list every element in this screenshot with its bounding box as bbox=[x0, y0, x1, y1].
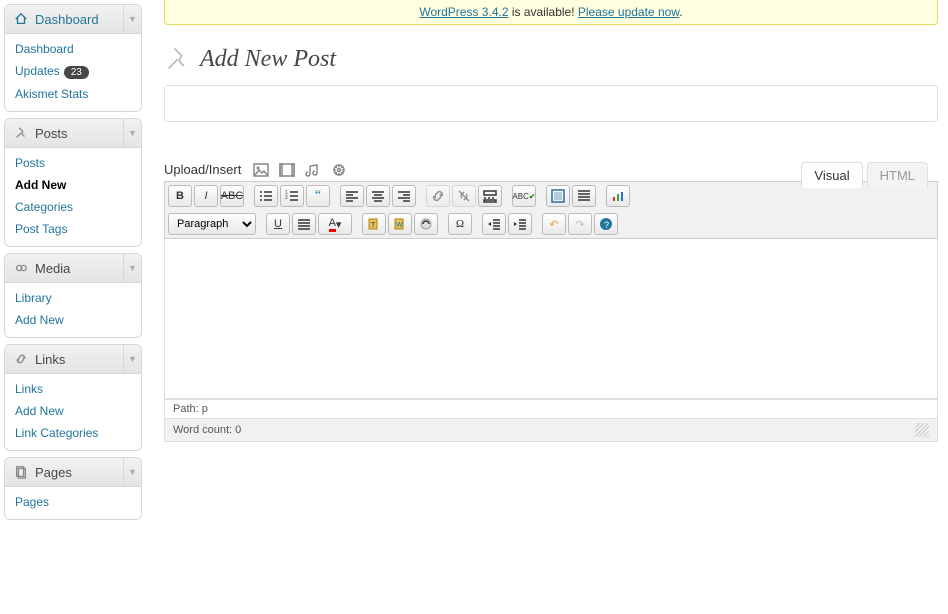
menu-dashboard-header[interactable]: Dashboard ▼ bbox=[5, 5, 141, 34]
redo-button[interactable]: ↷ bbox=[568, 213, 592, 235]
menu-link-categories-item[interactable]: Link Categories bbox=[5, 422, 141, 444]
resize-handle[interactable] bbox=[915, 423, 929, 437]
svg-text:T: T bbox=[371, 222, 376, 229]
chevron-down-icon[interactable]: ▼ bbox=[123, 345, 141, 373]
menu-dashboard-section: Dashboard ▼ Dashboard Updates23 Akismet … bbox=[4, 4, 142, 112]
menu-categories-item[interactable]: Categories bbox=[5, 196, 141, 218]
outdent-button[interactable] bbox=[482, 213, 506, 235]
add-audio-icon[interactable] bbox=[305, 163, 321, 177]
menu-posts-label: Posts bbox=[35, 126, 68, 141]
strikethrough-button[interactable]: ABC bbox=[220, 185, 244, 207]
chevron-down-icon[interactable]: ▼ bbox=[123, 458, 141, 486]
special-char-button[interactable]: Ω bbox=[448, 213, 472, 235]
menu-links-header[interactable]: Links ▼ bbox=[5, 345, 141, 374]
numbered-list-button[interactable]: 12 bbox=[280, 185, 304, 207]
text-color-button[interactable]: A ▾ bbox=[318, 213, 352, 235]
menu-links-section: Links ▼ Links Add New Link Categories bbox=[4, 344, 142, 451]
menu-posts-item[interactable]: Posts bbox=[5, 152, 141, 174]
align-center-button[interactable] bbox=[366, 185, 390, 207]
menu-media-section: Media ▼ Library Add New bbox=[4, 253, 142, 338]
menu-akismet-item[interactable]: Akismet Stats bbox=[5, 83, 141, 105]
underline-button[interactable]: U bbox=[266, 213, 290, 235]
menu-media-add-item[interactable]: Add New bbox=[5, 309, 141, 331]
main-content: WordPress 3.4.2 is available! Please upd… bbox=[146, 0, 948, 526]
media-icon bbox=[13, 260, 29, 276]
align-left-button[interactable] bbox=[340, 185, 364, 207]
menu-updates-item[interactable]: Updates23 bbox=[5, 60, 141, 83]
nag-text: is available! bbox=[509, 5, 578, 19]
svg-text:?: ? bbox=[604, 220, 609, 230]
editor-toolbar: B I ABC 12 “ ABC✔ bbox=[164, 181, 938, 239]
pin-icon bbox=[13, 125, 29, 141]
add-media-icon[interactable] bbox=[331, 163, 347, 177]
format-select[interactable]: Paragraph bbox=[168, 213, 256, 235]
italic-button[interactable]: I bbox=[194, 185, 218, 207]
indent-button[interactable] bbox=[508, 213, 532, 235]
home-icon bbox=[13, 11, 29, 27]
post-title-input[interactable] bbox=[164, 85, 938, 122]
fullscreen-button[interactable] bbox=[546, 185, 570, 207]
kitchen-sink-button[interactable] bbox=[572, 185, 596, 207]
svg-text:W: W bbox=[396, 222, 403, 229]
admin-sidebar: Dashboard ▼ Dashboard Updates23 Akismet … bbox=[0, 0, 146, 526]
remove-format-button[interactable] bbox=[414, 213, 438, 235]
menu-links-item[interactable]: Links bbox=[5, 378, 141, 400]
justify-button[interactable] bbox=[292, 213, 316, 235]
tab-visual[interactable]: Visual bbox=[801, 162, 862, 188]
menu-dashboard-item[interactable]: Dashboard bbox=[5, 38, 141, 60]
align-right-button[interactable] bbox=[392, 185, 416, 207]
menu-pages-section: Pages ▼ Pages bbox=[4, 457, 142, 520]
chevron-down-icon[interactable]: ▼ bbox=[123, 5, 141, 33]
link-button[interactable] bbox=[426, 185, 450, 207]
paste-text-button[interactable]: T bbox=[362, 213, 386, 235]
menu-pages-label: Pages bbox=[35, 465, 72, 480]
bold-button[interactable]: B bbox=[168, 185, 192, 207]
menu-post-tags-item[interactable]: Post Tags bbox=[5, 218, 141, 240]
help-button[interactable]: ? bbox=[594, 213, 618, 235]
link-icon bbox=[13, 351, 29, 367]
add-image-icon[interactable] bbox=[253, 163, 269, 177]
add-video-icon[interactable] bbox=[279, 163, 295, 177]
page-title: Add New Post bbox=[164, 45, 938, 73]
spellcheck-button[interactable]: ABC✔ bbox=[512, 185, 536, 207]
editor-content[interactable] bbox=[164, 239, 938, 399]
menu-add-new-post-item[interactable]: Add New bbox=[5, 174, 141, 196]
menu-media-label: Media bbox=[35, 261, 70, 276]
blockquote-button[interactable]: “ bbox=[306, 185, 330, 207]
chevron-down-icon[interactable]: ▼ bbox=[123, 119, 141, 147]
menu-posts-header[interactable]: Posts ▼ bbox=[5, 119, 141, 148]
update-now-link[interactable]: Please update now bbox=[578, 5, 679, 19]
menu-pages-item[interactable]: Pages bbox=[5, 491, 141, 513]
paste-word-button[interactable]: W bbox=[388, 213, 412, 235]
menu-pages-header[interactable]: Pages ▼ bbox=[5, 458, 141, 487]
unlink-button[interactable] bbox=[452, 185, 476, 207]
chevron-down-icon[interactable]: ▼ bbox=[123, 254, 141, 282]
tab-html[interactable]: HTML bbox=[867, 162, 928, 188]
chart-icon[interactable] bbox=[606, 185, 630, 207]
update-nag: WordPress 3.4.2 is available! Please upd… bbox=[164, 0, 938, 25]
updates-badge: 23 bbox=[64, 66, 89, 79]
editor-path: Path: p bbox=[164, 399, 938, 419]
undo-button[interactable]: ↶ bbox=[542, 213, 566, 235]
bullet-list-button[interactable] bbox=[254, 185, 278, 207]
menu-media-header[interactable]: Media ▼ bbox=[5, 254, 141, 283]
svg-text:2: 2 bbox=[285, 195, 288, 201]
menu-dashboard-label: Dashboard bbox=[35, 12, 99, 27]
page-icon bbox=[13, 464, 29, 480]
wordpress-version-link[interactable]: WordPress 3.4.2 bbox=[419, 5, 508, 19]
pin-icon bbox=[164, 45, 192, 73]
menu-posts-section: Posts ▼ Posts Add New Categories Post Ta… bbox=[4, 118, 142, 247]
upload-insert-label: Upload/Insert bbox=[164, 162, 241, 177]
menu-links-add-item[interactable]: Add New bbox=[5, 400, 141, 422]
menu-library-item[interactable]: Library bbox=[5, 287, 141, 309]
menu-links-label: Links bbox=[35, 352, 65, 367]
more-button[interactable] bbox=[478, 185, 502, 207]
word-count: Word count: 0 bbox=[173, 424, 241, 436]
